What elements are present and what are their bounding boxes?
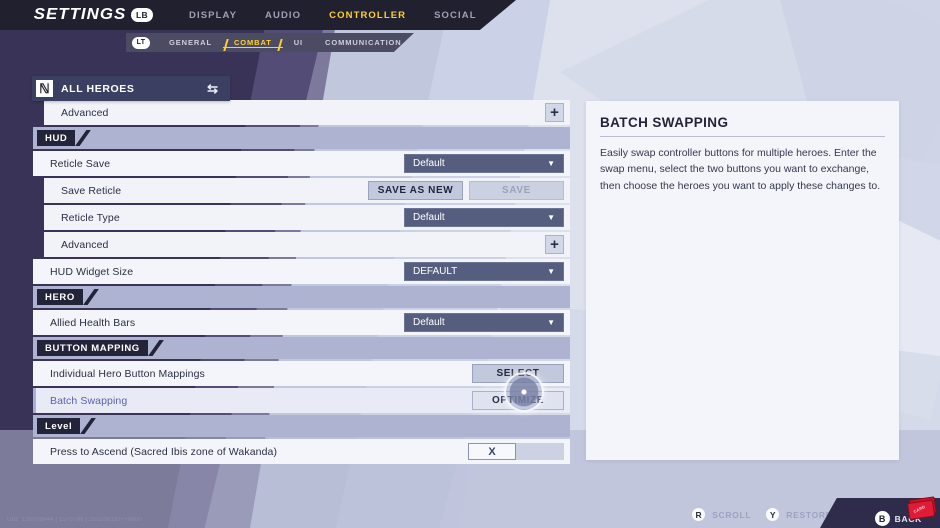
dropdown[interactable]: DEFAULT ▼ xyxy=(404,262,564,281)
settings-row[interactable]: Advanced + xyxy=(44,232,570,257)
section-header: Level xyxy=(33,415,570,437)
settings-row-control: X xyxy=(468,443,570,460)
subtab-combat[interactable]: COMBAT xyxy=(222,38,283,48)
section-slash-decor xyxy=(83,289,99,305)
uid-text: UID: 130088644 | 1573788 | 2552081107+08… xyxy=(7,517,143,523)
settings-row-control: Default ▼ xyxy=(404,154,570,173)
section-slash-decor xyxy=(148,340,164,356)
controller-hint-label: SCROLL xyxy=(712,509,752,520)
settings-row-label: Batch Swapping xyxy=(50,394,128,407)
footer-bar: UID: 130088644 | 1573788 | 2552081107+08… xyxy=(0,496,940,528)
settings-row[interactable]: Allied Health Bars Default ▼ xyxy=(33,310,570,335)
settings-top-bar: SETTINGS LB DISPLAY AUDIO CONTROLLER SOCIAL… xyxy=(0,0,516,30)
tab-display[interactable]: DISPLAY xyxy=(175,10,251,21)
settings-list: Advanced + HUD Reticle Save Default ▼ Save Ret… xyxy=(33,100,570,464)
info-panel-divider xyxy=(600,136,885,137)
hero-selector-label: ALL HEROES xyxy=(61,82,135,95)
dropdown-value: Default xyxy=(413,317,445,328)
dropdown[interactable]: Default ▼ xyxy=(404,313,564,332)
r-button-icon: R xyxy=(691,507,707,522)
settings-sub-tab-bar: LT GENERALCOMBATUICOMMUNICATION RT xyxy=(126,33,414,52)
section-label: HUD xyxy=(37,130,76,146)
hero-selector[interactable]: ℕ ALL HEROES ⇆ xyxy=(32,76,230,101)
chevron-down-icon: ▼ xyxy=(547,318,555,327)
settings-row-control: + xyxy=(545,103,570,122)
settings-row-label: HUD Widget Size xyxy=(50,265,134,278)
info-panel-title: BATCH SWAPPING xyxy=(600,115,729,130)
settings-row-control: Default ▼ xyxy=(404,313,570,332)
settings-row[interactable]: Batch Swapping OPTIMIZE xyxy=(33,388,570,413)
settings-row-control: SAVE AS NEW SAVE xyxy=(368,181,570,200)
chevron-down-icon: ▼ xyxy=(547,213,555,222)
dropdown[interactable]: Default ▼ xyxy=(404,154,564,173)
settings-row[interactable]: Advanced + xyxy=(44,100,570,125)
dropdown-value: DEFAULT xyxy=(413,266,458,277)
settings-row[interactable]: Reticle Type Default ▼ xyxy=(44,205,570,230)
keybind-secondary-empty[interactable] xyxy=(516,443,564,460)
settings-row-control: OPTIMIZE xyxy=(472,391,570,410)
settings-row-control: Default ▼ xyxy=(404,208,570,227)
action-button[interactable]: SELECT xyxy=(472,364,564,383)
sub-tabs: GENERAL COMBAT UI COMMUNICATION xyxy=(158,38,413,48)
keybind-primary[interactable]: X xyxy=(468,443,516,460)
action-button[interactable]: OPTIMIZE xyxy=(472,391,564,410)
info-panel: BATCH SWAPPING Easily swap controller bu… xyxy=(586,101,899,460)
settings-row-label: Allied Health Bars xyxy=(50,316,136,329)
subtab-ui[interactable]: UI xyxy=(283,38,314,47)
lt-trigger-badge: LT xyxy=(132,36,150,49)
section-slash-decor xyxy=(75,130,91,146)
section-label: Level xyxy=(37,418,81,434)
tab-social[interactable]: SOCIAL xyxy=(420,10,491,21)
settings-row[interactable]: HUD Widget Size DEFAULT ▼ xyxy=(33,259,570,284)
chevron-down-icon: ▼ xyxy=(547,267,555,276)
settings-row-label: Reticle Save xyxy=(50,157,111,170)
dropdown-value: Default xyxy=(413,212,445,223)
b-button-icon: B xyxy=(874,511,890,526)
subtab-general[interactable]: GENERAL xyxy=(158,38,223,47)
tab-controller[interactable]: CONTROLLER xyxy=(315,10,420,21)
settings-row-label: Advanced xyxy=(61,106,109,119)
chevron-down-icon: ▼ xyxy=(547,159,555,168)
section-label: HERO xyxy=(37,289,83,305)
controller-hint: R SCROLL xyxy=(691,507,751,522)
red-cards-icon: CARD xyxy=(907,496,940,521)
settings-row-label: Save Reticle xyxy=(61,184,122,197)
settings-row-label: Advanced xyxy=(61,238,109,251)
settings-row-control: SELECT xyxy=(472,364,570,383)
lb-bumper-badge: LB xyxy=(131,8,154,22)
section-header: HUD xyxy=(33,127,570,149)
settings-row[interactable]: Reticle Save Default ▼ xyxy=(33,151,570,176)
settings-row[interactable]: Press to Ascend (Sacred Ibis zone of Wak… xyxy=(33,439,570,464)
hero-roster-icon: ℕ xyxy=(36,80,53,97)
expand-plus-icon[interactable]: + xyxy=(545,235,564,254)
settings-row-label: Individual Hero Button Mappings xyxy=(50,367,205,380)
subtab-communication[interactable]: COMMUNICATION xyxy=(314,38,413,47)
settings-row-label: Reticle Type xyxy=(61,211,120,224)
expand-plus-icon[interactable]: + xyxy=(545,103,564,122)
tab-audio[interactable]: AUDIO xyxy=(251,10,315,21)
section-header: BUTTON MAPPING xyxy=(33,337,570,359)
section-header: HERO xyxy=(33,286,570,308)
page-title: SETTINGS xyxy=(33,6,127,23)
settings-row[interactable]: Save Reticle SAVE AS NEW SAVE xyxy=(44,178,570,203)
y-button-icon: Y xyxy=(765,507,781,522)
dropdown-value: Default xyxy=(413,158,445,169)
info-panel-body: Easily swap controller buttons for multi… xyxy=(600,147,881,192)
settings-row-control: + xyxy=(545,235,570,254)
action-button: SAVE xyxy=(469,181,564,200)
section-label: BUTTON MAPPING xyxy=(37,340,148,356)
swap-vertical-icon[interactable]: ⇆ xyxy=(207,82,218,95)
settings-row-control: DEFAULT ▼ xyxy=(404,262,570,281)
settings-row[interactable]: Individual Hero Button Mappings SELECT xyxy=(33,361,570,386)
section-slash-decor xyxy=(80,418,96,434)
dropdown[interactable]: Default ▼ xyxy=(404,208,564,227)
action-button[interactable]: SAVE AS NEW xyxy=(368,181,463,200)
settings-row-label: Press to Ascend (Sacred Ibis zone of Wak… xyxy=(50,445,278,458)
